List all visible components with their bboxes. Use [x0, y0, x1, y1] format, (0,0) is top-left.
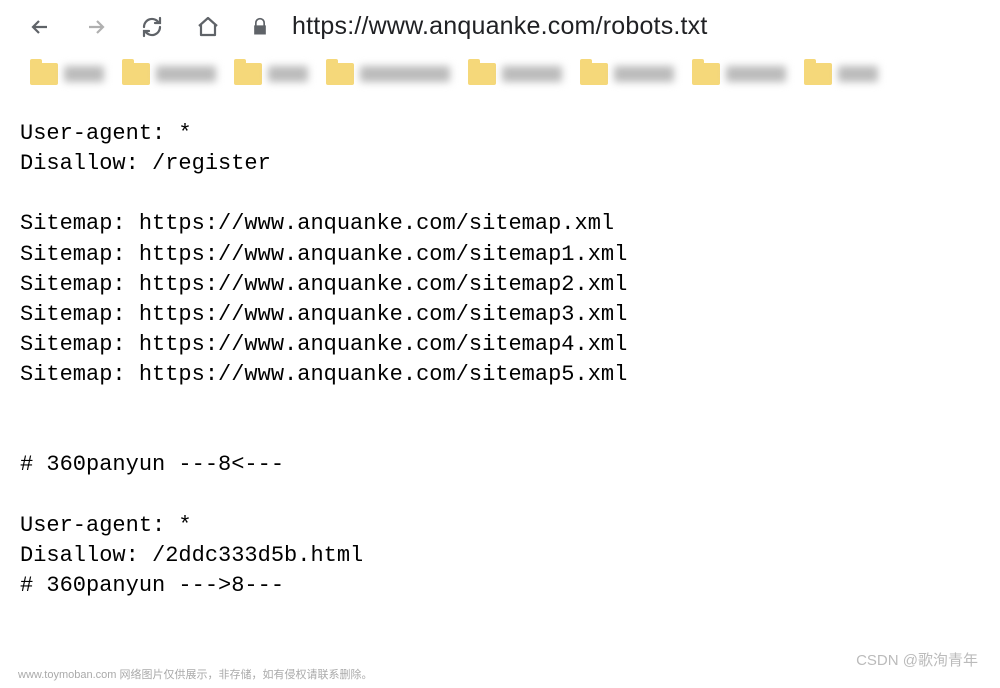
- bookmark-item[interactable]: [468, 63, 562, 85]
- watermark-right: CSDN @歌洵青年: [856, 649, 978, 670]
- folder-icon: [326, 63, 354, 85]
- bookmark-label: [64, 66, 104, 82]
- reload-button[interactable]: [140, 15, 164, 39]
- folder-icon: [122, 63, 150, 85]
- url-text: https://www.anquanke.com/robots.txt: [292, 12, 708, 41]
- bookmark-item[interactable]: [580, 63, 674, 85]
- bookmark-label: [614, 66, 674, 82]
- folder-icon: [580, 63, 608, 85]
- browser-toolbar: https://www.anquanke.com/robots.txt: [0, 0, 1000, 59]
- watermark-left: www.toymoban.com 网络图片仅供展示，非存储，如有侵权请联系删除。: [18, 666, 372, 682]
- folder-icon: [692, 63, 720, 85]
- bookmark-label: [838, 66, 878, 82]
- lock-icon: [248, 15, 272, 39]
- forward-button[interactable]: [84, 15, 108, 39]
- bookmark-label: [156, 66, 216, 82]
- back-button[interactable]: [28, 15, 52, 39]
- home-button[interactable]: [196, 15, 220, 39]
- bookmarks-bar: [0, 59, 1000, 95]
- bookmark-label: [360, 66, 450, 82]
- folder-icon: [804, 63, 832, 85]
- bookmark-item[interactable]: [804, 63, 878, 85]
- folder-icon: [234, 63, 262, 85]
- bookmark-item[interactable]: [30, 63, 104, 85]
- folder-icon: [30, 63, 58, 85]
- page-content: User-agent: * Disallow: /register Sitema…: [0, 95, 1000, 611]
- bookmark-item[interactable]: [122, 63, 216, 85]
- address-bar[interactable]: https://www.anquanke.com/robots.txt: [248, 12, 980, 41]
- folder-icon: [468, 63, 496, 85]
- bookmark-item[interactable]: [692, 63, 786, 85]
- bookmark-label: [268, 66, 308, 82]
- nav-buttons: [28, 15, 220, 39]
- bookmark-label: [726, 66, 786, 82]
- bookmark-item[interactable]: [234, 63, 308, 85]
- bookmark-label: [502, 66, 562, 82]
- bookmark-item[interactable]: [326, 63, 450, 85]
